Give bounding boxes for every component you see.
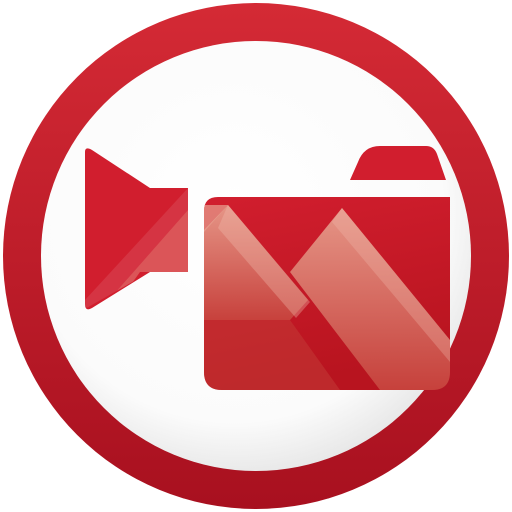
app-icon-graphic bbox=[3, 3, 509, 509]
video-camera-app-icon[interactable] bbox=[0, 0, 512, 512]
